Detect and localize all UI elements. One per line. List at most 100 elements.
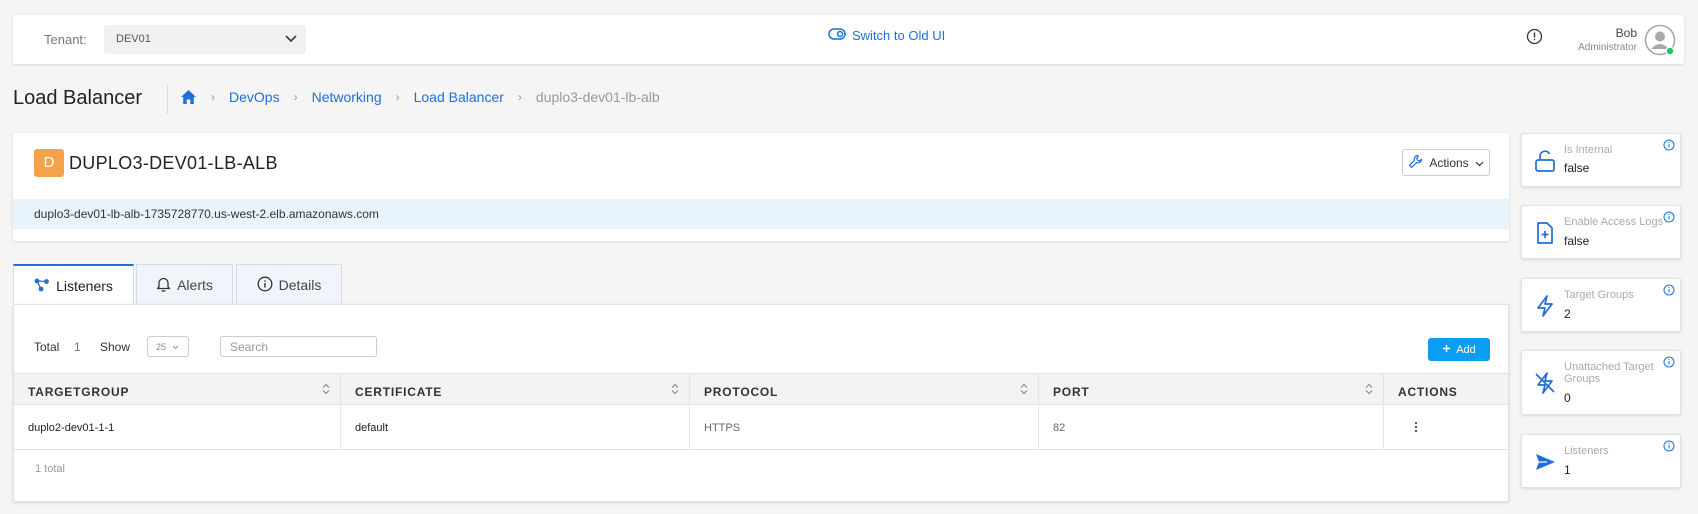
search-input[interactable] xyxy=(220,336,377,357)
tab-listeners-label: Listeners xyxy=(56,278,113,294)
side-card-is-internal: Is Internal false xyxy=(1521,133,1681,187)
row-actions-menu-icon[interactable] xyxy=(1414,420,1418,438)
side-card-listeners: Listeners 1 xyxy=(1521,434,1681,488)
breadcrumb-load-balancer[interactable]: Load Balancer xyxy=(414,89,504,105)
breadcrumb-separator: › xyxy=(517,90,522,104)
total-label: Total xyxy=(34,340,60,354)
info-icon[interactable] xyxy=(1663,355,1675,373)
toggle-icon xyxy=(828,28,846,43)
cell-targetgroup: duplo2-dev01-1-1 xyxy=(14,406,341,449)
bell-icon xyxy=(156,276,171,295)
column-header-port[interactable]: PORT xyxy=(1039,374,1384,405)
breadcrumb-separator: › xyxy=(293,90,298,104)
chevron-down-icon xyxy=(1475,156,1484,170)
lightning-off-icon xyxy=(1534,371,1556,400)
lightning-icon xyxy=(1534,294,1556,323)
side-card-title: Is Internal xyxy=(1564,144,1613,156)
breadcrumb-devops[interactable]: DevOps xyxy=(229,89,280,105)
wrench-icon xyxy=(1408,154,1423,172)
load-balancer-header-card: D DUPLO3-DEV01-LB-ALB Actions duplo3-dev… xyxy=(13,133,1509,241)
side-card-title: Enable Access Logs xyxy=(1564,216,1664,228)
breadcrumb-current: duplo3-dev01-lb-alb xyxy=(535,89,660,105)
tenant-label: Tenant: xyxy=(44,32,87,47)
side-card-value: 1 xyxy=(1564,463,1571,477)
alert-info-icon[interactable] xyxy=(1526,28,1543,50)
tab-details-label: Details xyxy=(278,277,322,293)
user-role: Administrator xyxy=(1578,42,1637,53)
breadcrumb: › DevOps › Networking › Load Balancer › … xyxy=(180,89,660,105)
page-size-select[interactable]: 25 xyxy=(147,336,189,357)
show-label: Show xyxy=(100,340,131,354)
send-icon xyxy=(1534,450,1556,479)
table-header: TARGETGROUP CERTIFICATE PROTOCOL PORT AC… xyxy=(14,373,1508,405)
chevron-down-icon xyxy=(172,342,179,352)
dns-name: duplo3-dev01-lb-alb-1735728770.us-west-2… xyxy=(34,207,379,221)
column-header-certificate[interactable]: CERTIFICATE xyxy=(341,374,690,405)
user-name: Bob xyxy=(1615,26,1637,40)
cell-certificate: default xyxy=(341,406,690,449)
side-card-value: false xyxy=(1564,234,1590,248)
column-label: ACTIONS xyxy=(1398,385,1458,399)
actions-label: Actions xyxy=(1429,155,1469,170)
tab-alerts[interactable]: Alerts xyxy=(136,264,233,305)
breadcrumb-separator: › xyxy=(211,90,215,104)
breadcrumb-separator: › xyxy=(395,90,400,104)
sort-icon[interactable] xyxy=(1365,383,1373,398)
top-bar: Tenant: DEV01 Switch to Old UI Bob Admin… xyxy=(13,15,1684,64)
tenant-value: DEV01 xyxy=(116,33,151,45)
info-circle-icon xyxy=(257,276,273,295)
column-header-actions: ACTIONS xyxy=(1384,374,1508,405)
info-icon[interactable] xyxy=(1663,210,1675,228)
cell-port: 82 xyxy=(1039,406,1384,449)
column-header-targetgroup[interactable]: TARGETGROUP xyxy=(14,374,341,405)
tenant-select[interactable]: DEV01 xyxy=(104,25,306,54)
side-card-unattached-target-groups: Unattached Target Groups 0 xyxy=(1521,350,1681,415)
side-card-target-groups: Target Groups 2 xyxy=(1521,278,1681,332)
file-plus-icon xyxy=(1534,221,1556,250)
table-footer-total: 1 total xyxy=(35,463,65,475)
tab-details[interactable]: Details xyxy=(236,264,342,305)
side-card-title: Listeners xyxy=(1564,445,1609,457)
side-card-enable-access-logs: Enable Access Logs false xyxy=(1521,205,1681,259)
user-avatar-icon[interactable] xyxy=(1644,24,1676,56)
sort-icon[interactable] xyxy=(322,383,330,398)
table-row[interactable]: duplo2-dev01-1-1 default HTTPS 82 xyxy=(14,406,1508,450)
info-icon[interactable] xyxy=(1663,138,1675,156)
page-title: Load Balancer xyxy=(13,87,142,109)
unlock-icon xyxy=(1534,149,1556,178)
plus-icon xyxy=(1442,344,1451,356)
tab-alerts-label: Alerts xyxy=(177,277,213,293)
page-size-value: 25 xyxy=(156,342,167,352)
total-count: 1 xyxy=(74,340,81,354)
column-label: TARGETGROUP xyxy=(28,385,130,399)
column-header-protocol[interactable]: PROTOCOL xyxy=(690,374,1039,405)
breadcrumb-networking[interactable]: Networking xyxy=(312,89,382,105)
tab-listeners[interactable]: Listeners xyxy=(13,264,134,306)
home-icon[interactable] xyxy=(180,89,197,105)
add-listener-button[interactable]: Add xyxy=(1428,338,1490,361)
lb-avatar: D xyxy=(34,149,64,177)
add-label: Add xyxy=(1456,343,1476,356)
info-icon[interactable] xyxy=(1663,439,1675,457)
switch-old-ui-link[interactable]: Switch to Old UI xyxy=(828,28,945,43)
side-card-value: 2 xyxy=(1564,307,1571,321)
side-card-value: 0 xyxy=(1564,391,1571,405)
side-card-title: Target Groups xyxy=(1564,289,1634,301)
actions-dropdown-button[interactable]: Actions xyxy=(1402,149,1490,176)
sort-icon[interactable] xyxy=(671,383,679,398)
column-label: CERTIFICATE xyxy=(355,385,443,399)
side-card-title: Unattached Target Groups xyxy=(1564,361,1654,385)
chevron-down-icon xyxy=(284,31,298,52)
title-divider xyxy=(167,84,168,114)
cell-protocol: HTTPS xyxy=(690,406,1039,449)
dns-name-strip: duplo3-dev01-lb-alb-1735728770.us-west-2… xyxy=(13,199,1509,229)
column-label: PROTOCOL xyxy=(704,385,779,399)
column-label: PORT xyxy=(1053,385,1090,399)
lb-name: DUPLO3-DEV01-LB-ALB xyxy=(69,153,278,173)
info-icon[interactable] xyxy=(1663,283,1675,301)
side-card-value: false xyxy=(1564,161,1590,175)
listeners-table-card: Total 1 Show 25 Add TARGETGROUP CERTIFIC… xyxy=(13,304,1509,502)
switch-old-ui-label: Switch to Old UI xyxy=(852,28,946,43)
share-nodes-icon xyxy=(34,278,50,295)
sort-icon[interactable] xyxy=(1020,383,1028,398)
